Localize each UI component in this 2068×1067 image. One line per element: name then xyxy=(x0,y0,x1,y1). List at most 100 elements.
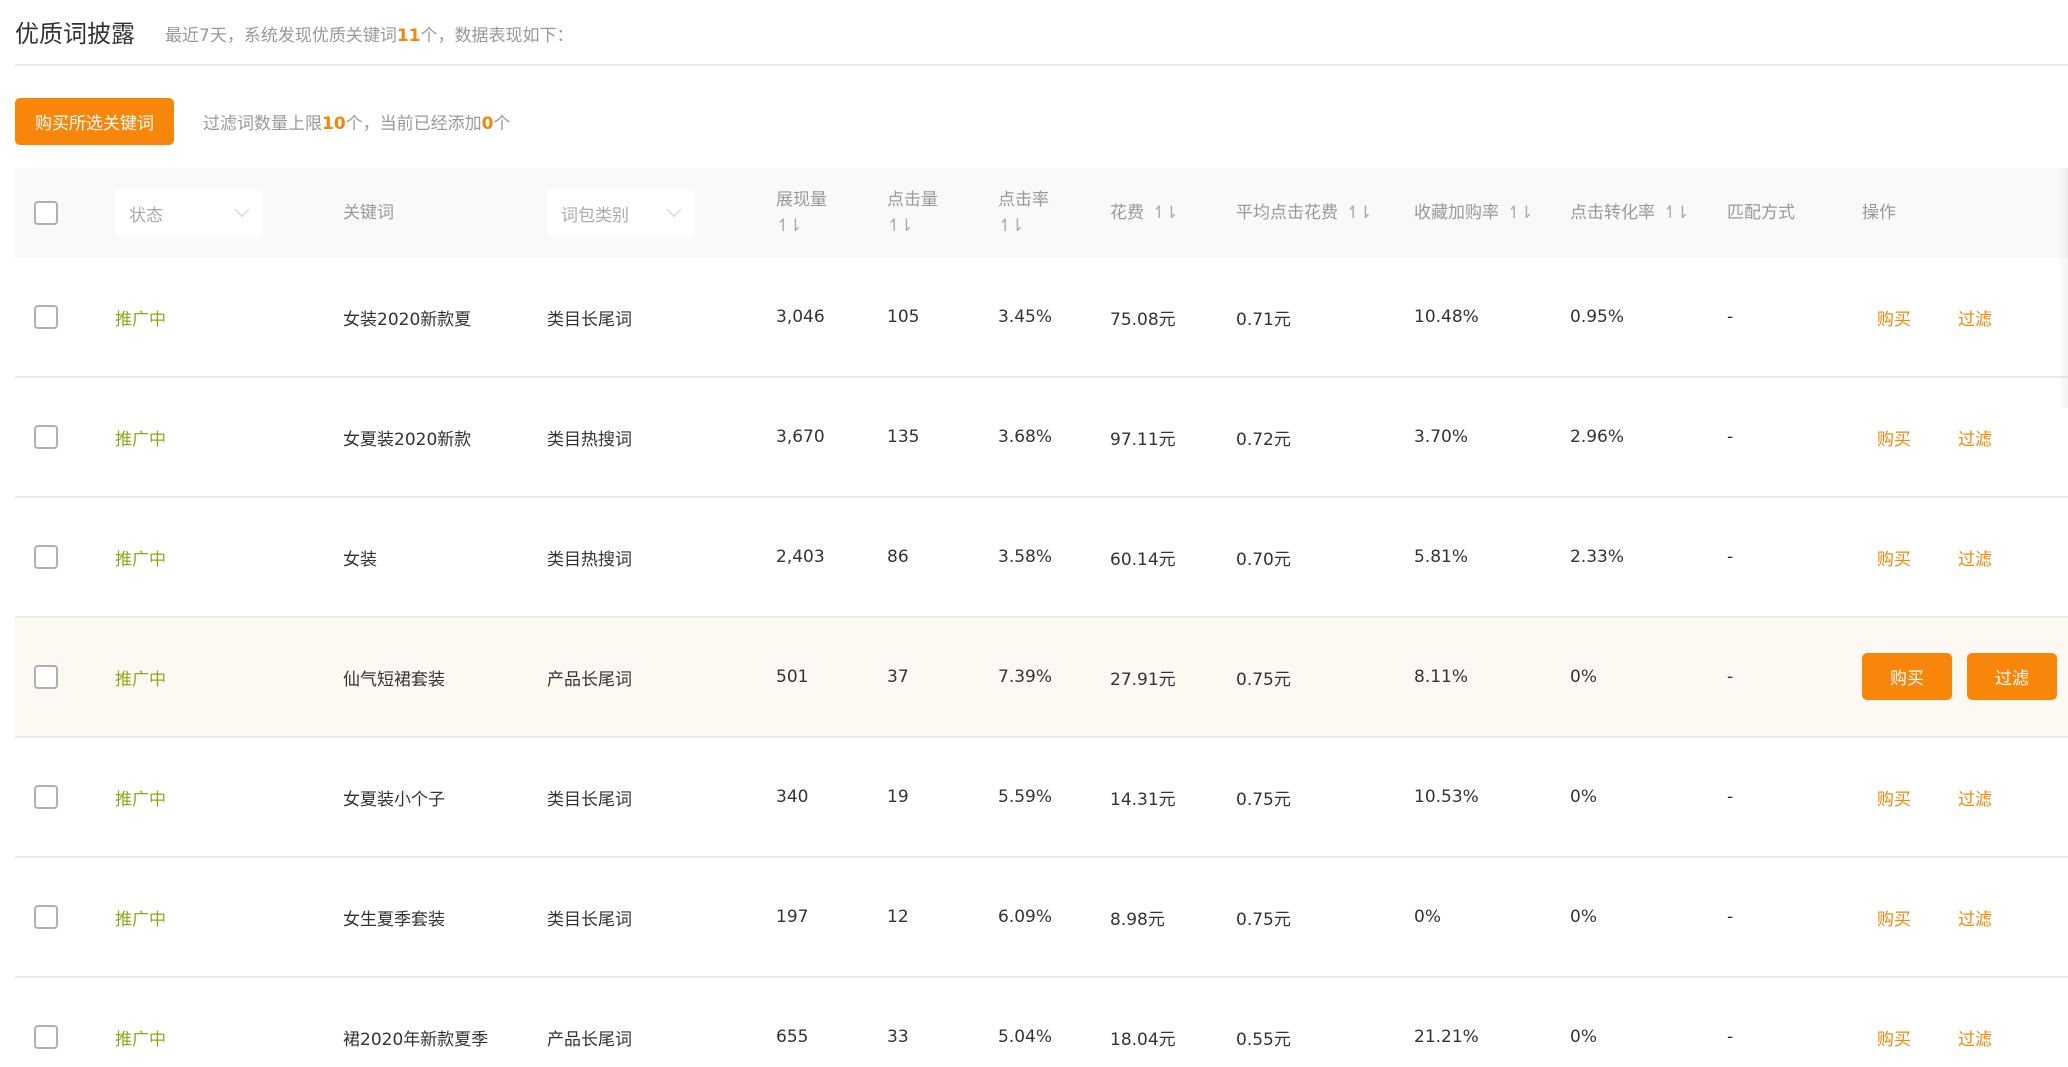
clicks-cell: 86 xyxy=(887,498,909,616)
sort-icon[interactable]: ↿⇂ xyxy=(1152,200,1177,226)
keyword-cell: 女生夏季套装 xyxy=(343,858,445,976)
select-all-checkbox[interactable] xyxy=(34,201,58,225)
col-fav-cart-rate[interactable]: 收藏加购率↿⇂ xyxy=(1414,168,1532,258)
fav-cart-rate-cell: 5.81% xyxy=(1414,498,1468,616)
match-type-cell: - xyxy=(1727,858,1733,976)
sort-icon[interactable]: ↿⇂ xyxy=(887,213,912,239)
row-checkbox[interactable] xyxy=(34,665,58,689)
status-cell: 推广中 xyxy=(115,978,166,1067)
fav-cart-rate-cell: 0% xyxy=(1414,858,1441,976)
match-type-cell: - xyxy=(1727,978,1733,1067)
col-clicks[interactable]: 点击量↿⇂ xyxy=(887,168,938,258)
filter-link[interactable]: 过滤 xyxy=(1958,738,1992,856)
buy-link[interactable]: 购买 xyxy=(1877,858,1911,976)
filter-link[interactable]: 过滤 xyxy=(1958,258,1992,376)
cost-cell: 14.31元 xyxy=(1110,738,1176,856)
col-match-type: 匹配方式 xyxy=(1727,168,1795,258)
cvr-cell: 0% xyxy=(1570,738,1597,856)
sort-icon[interactable]: ↿⇂ xyxy=(1346,200,1371,226)
filter-link[interactable]: 过滤 xyxy=(1958,858,1992,976)
row-checkbox[interactable] xyxy=(34,545,58,569)
status-filter-dropdown[interactable]: 状态 xyxy=(115,189,263,237)
cvr-cell: 0.95% xyxy=(1570,258,1624,376)
status-cell: 推广中 xyxy=(115,378,166,496)
limit-suffix: 个 xyxy=(494,114,511,134)
package-cell: 类目长尾词 xyxy=(547,258,632,376)
match-type-cell: - xyxy=(1727,498,1733,616)
buy-selected-keywords-button[interactable]: 购买所选关键词 xyxy=(15,98,174,145)
impressions-cell: 197 xyxy=(776,858,808,976)
filter-link[interactable]: 过滤 xyxy=(1958,978,1992,1067)
row-checkbox[interactable] xyxy=(34,1025,58,1049)
limit-middle: 个，当前已经添加 xyxy=(346,114,482,134)
clicks-cell: 37 xyxy=(887,618,909,736)
col-impressions[interactable]: 展现量↿⇂ xyxy=(776,168,827,258)
cvr-cell: 0% xyxy=(1570,618,1597,736)
title-bar: 优质词披露 最近7天，系统发现优质关键词11个，数据表现如下： xyxy=(15,0,2068,66)
buy-link[interactable]: 购买 xyxy=(1877,378,1911,496)
col-cvr[interactable]: 点击转化率 ↿⇂ xyxy=(1570,168,1688,258)
buy-button[interactable]: 购买 xyxy=(1862,653,1952,700)
avg-cpc-cell: 0.75元 xyxy=(1236,858,1291,976)
filter-limit-text: 过滤词数量上限10个，当前已经添加0个 xyxy=(203,109,511,134)
filter-button[interactable]: 过滤 xyxy=(1967,653,2057,700)
keyword-cell: 女装2020新款夏 xyxy=(343,258,471,376)
chevron-down-icon xyxy=(235,203,249,217)
impressions-cell: 3,046 xyxy=(776,258,825,376)
sort-icon[interactable]: ↿⇂ xyxy=(1507,200,1532,226)
cost-cell: 27.91元 xyxy=(1110,618,1176,736)
filter-link[interactable]: 过滤 xyxy=(1958,498,1992,616)
status-cell: 推广中 xyxy=(115,498,166,616)
filter-link[interactable]: 过滤 xyxy=(1958,378,1992,496)
summary-text: 最近7天，系统发现优质关键词11个，数据表现如下： xyxy=(165,21,574,46)
cost-cell: 97.11元 xyxy=(1110,378,1176,496)
table-row: 推广中 仙气短裙套装 产品长尾词 501 37 7.39% 27.91元 0.7… xyxy=(15,618,2068,738)
package-filter-dropdown[interactable]: 词包类别 xyxy=(547,189,695,237)
cost-cell: 8.98元 xyxy=(1110,858,1165,976)
ctr-cell: 3.58% xyxy=(998,498,1052,616)
impressions-cell: 2,403 xyxy=(776,498,825,616)
avg-cpc-cell: 0.72元 xyxy=(1236,378,1291,496)
impressions-cell: 340 xyxy=(776,738,808,856)
col-avg-cpc[interactable]: 平均点击花费↿⇂ xyxy=(1236,168,1371,258)
table-row: 推广中 女装 类目热搜词 2,403 86 3.58% 60.14元 0.70元… xyxy=(15,498,2068,618)
col-cost[interactable]: 花费↿⇂ xyxy=(1110,168,1177,258)
cvr-cell: 2.96% xyxy=(1570,378,1624,496)
package-cell: 类目长尾词 xyxy=(547,738,632,856)
col-ctr[interactable]: 点击率↿⇂ xyxy=(998,168,1049,258)
package-filter-label: 词包类别 xyxy=(561,201,629,226)
row-checkbox[interactable] xyxy=(34,785,58,809)
status-cell: 推广中 xyxy=(115,618,166,736)
ctr-cell: 7.39% xyxy=(998,618,1052,736)
table-row: 推广中 女夏装2020新款 类目热搜词 3,670 135 3.68% 97.1… xyxy=(15,378,2068,498)
col-cvr-label: 点击转化率 xyxy=(1570,200,1655,226)
buy-link[interactable]: 购买 xyxy=(1877,258,1911,376)
cost-cell: 75.08元 xyxy=(1110,258,1176,376)
col-actions: 操作 xyxy=(1862,168,1896,258)
sort-icon[interactable]: ↿⇂ xyxy=(776,213,801,239)
summary-prefix: 最近7天，系统发现优质关键词 xyxy=(165,26,397,46)
fav-cart-rate-cell: 10.48% xyxy=(1414,258,1479,376)
keyword-count: 11 xyxy=(397,26,421,46)
avg-cpc-cell: 0.55元 xyxy=(1236,978,1291,1067)
clicks-cell: 33 xyxy=(887,978,909,1067)
row-checkbox[interactable] xyxy=(34,905,58,929)
row-checkbox[interactable] xyxy=(34,425,58,449)
sort-icon[interactable]: ↿⇂ xyxy=(998,213,1023,239)
fav-cart-rate-cell: 21.21% xyxy=(1414,978,1479,1067)
sort-icon[interactable]: ↿⇂ xyxy=(1663,200,1688,226)
col-ctr-label: 点击率 xyxy=(998,187,1049,213)
col-actions-label: 操作 xyxy=(1862,200,1896,226)
table-row: 推广中 女夏装小个子 类目长尾词 340 19 5.59% 14.31元 0.7… xyxy=(15,738,2068,858)
match-type-cell: - xyxy=(1727,378,1733,496)
row-checkbox[interactable] xyxy=(34,305,58,329)
keyword-cell: 女装 xyxy=(343,498,377,616)
keyword-cell: 仙气短裙套装 xyxy=(343,618,445,736)
buy-link[interactable]: 购买 xyxy=(1877,498,1911,616)
buy-link[interactable]: 购买 xyxy=(1877,738,1911,856)
page-title: 优质词披露 xyxy=(15,14,135,49)
fav-cart-rate-cell: 10.53% xyxy=(1414,738,1479,856)
buy-link[interactable]: 购买 xyxy=(1877,978,1911,1067)
status-cell: 推广中 xyxy=(115,738,166,856)
limit-prefix: 过滤词数量上限 xyxy=(203,114,322,134)
